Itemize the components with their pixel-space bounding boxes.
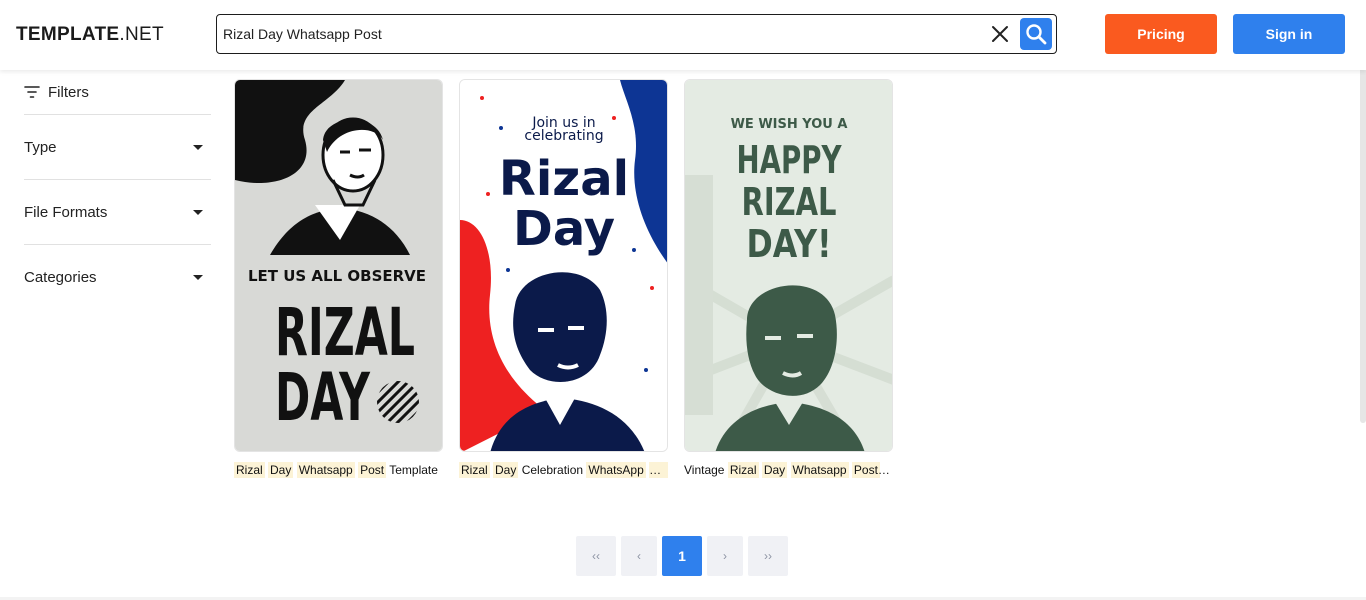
template-title[interactable]: Rizal Day Whatsapp Post Template xyxy=(234,461,443,479)
first-page-button[interactable]: ‹‹ xyxy=(576,536,616,576)
template-card[interactable]: LET US ALL OBSERVE RIZAL DAY Rizal Day W… xyxy=(234,79,443,479)
pagination: ‹‹ ‹ 1 › ›› xyxy=(576,536,788,576)
page-scrollbar[interactable] xyxy=(1360,30,1366,423)
poster-line: Rizal xyxy=(499,151,629,207)
template-title[interactable]: Rizal Day Celebration WhatsApp P... xyxy=(459,461,668,479)
site-logo[interactable]: TEMPLATE.NET xyxy=(16,24,164,46)
facet-label: File Formats xyxy=(24,203,108,221)
pricing-button[interactable]: Pricing xyxy=(1105,14,1217,54)
template-title[interactable]: Vintage Rizal Day Whatsapp Post ... xyxy=(684,461,893,479)
search-input[interactable] xyxy=(223,21,963,47)
template-thumbnail[interactable]: LET US ALL OBSERVE RIZAL DAY xyxy=(234,79,443,452)
facet-label: Categories xyxy=(24,268,97,286)
facet-file-formats[interactable]: File Formats xyxy=(24,179,211,244)
sign-in-button[interactable]: Sign in xyxy=(1233,14,1345,54)
poster-line: DAY! xyxy=(747,222,832,266)
next-page-button[interactable]: › xyxy=(707,536,743,576)
caret-down-icon xyxy=(193,274,203,280)
poster-line: HAPPY xyxy=(737,138,842,182)
page-1-button[interactable]: 1 xyxy=(662,536,702,576)
last-page-button[interactable]: ›› xyxy=(748,536,788,576)
template-thumbnail[interactable]: Join us in celebrating Rizal Day xyxy=(459,79,668,452)
filter-icon xyxy=(24,86,40,98)
poster-line: Day xyxy=(513,201,615,257)
template-card[interactable]: WE WISH YOU A HAPPY RIZAL DAY! Vintage R… xyxy=(684,79,893,479)
facet-categories[interactable]: Categories xyxy=(24,244,211,309)
poster-line: RIZAL xyxy=(742,180,837,224)
search-icon xyxy=(1026,24,1047,45)
poster-line: WE WISH YOU A xyxy=(731,117,848,132)
poster-line: LET US ALL OBSERVE xyxy=(248,267,426,285)
search-button[interactable] xyxy=(1020,18,1052,50)
poster-line: celebrating xyxy=(524,128,603,144)
filters-toggle[interactable]: Filters xyxy=(24,70,211,114)
caret-down-icon xyxy=(193,144,203,150)
facet-type[interactable]: Type xyxy=(24,114,211,179)
prev-page-button[interactable]: ‹ xyxy=(621,536,657,576)
clear-search-icon[interactable] xyxy=(989,23,1011,45)
poster-line: DAY xyxy=(275,359,371,436)
template-card[interactable]: Join us in celebrating Rizal Day Rizal D… xyxy=(459,79,668,479)
top-header: TEMPLATE.NET Pricing Sign in xyxy=(0,0,1366,70)
search-bar xyxy=(216,14,1057,54)
filter-sidebar: Filters Type File Formats Categories xyxy=(24,70,211,309)
template-thumbnail[interactable]: WE WISH YOU A HAPPY RIZAL DAY! xyxy=(684,79,893,452)
caret-down-icon xyxy=(193,209,203,215)
facet-label: Type xyxy=(24,138,57,156)
filters-label: Filters xyxy=(48,83,89,101)
